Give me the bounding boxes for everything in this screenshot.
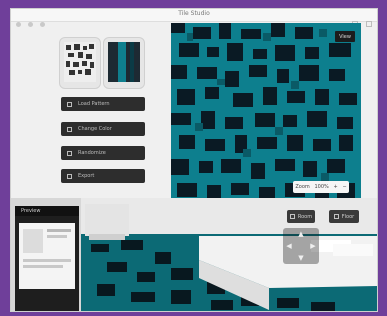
room-button[interactable]: Room xyxy=(287,210,315,223)
arrow-left-icon[interactable]: ◀ xyxy=(285,242,293,250)
stripes-thumbnail-icon xyxy=(108,42,140,82)
preview-page[interactable] xyxy=(19,223,75,289)
shuffle-icon xyxy=(67,150,72,156)
floor-icon xyxy=(333,214,339,219)
mosaic-thumbnail-icon xyxy=(64,42,96,82)
minimize-window-button[interactable] xyxy=(28,22,34,27)
room-icon xyxy=(289,214,295,219)
preview-page-graphic xyxy=(19,223,75,289)
zoom-in-icon[interactable]: + xyxy=(334,184,338,190)
preview-panel: Preview xyxy=(15,206,79,311)
window-title: Tile Studio xyxy=(178,10,210,17)
view-button[interactable]: View xyxy=(335,31,355,42)
load-pattern-button[interactable]: Load Pattern xyxy=(61,97,145,111)
folder-icon xyxy=(67,101,72,107)
zoom-value: 100% xyxy=(314,184,329,190)
export-icon xyxy=(67,173,72,179)
pattern-thumbnail-stripes[interactable] xyxy=(103,37,145,89)
room-preview[interactable]: Preview Room Floor ▲ ▼ ◀ ▶ xyxy=(11,198,377,311)
floor-button[interactable]: Floor xyxy=(329,210,359,223)
navigation-pad[interactable]: ▲ ▼ ◀ ▶ xyxy=(283,228,319,264)
zoom-control[interactable]: Zoom 100% + − xyxy=(293,181,349,193)
change-color-button[interactable]: Change Color xyxy=(61,122,145,136)
export-button[interactable]: Export xyxy=(61,169,145,183)
pattern-thumbnail-mosaic[interactable] xyxy=(59,37,101,89)
arrow-down-icon[interactable]: ▼ xyxy=(297,254,305,262)
app-window: Tile Studio Load Pattern Change Color Ra… xyxy=(10,8,378,312)
close-window-button[interactable] xyxy=(16,22,21,27)
preview-title: Preview xyxy=(15,206,79,216)
palette-icon xyxy=(67,126,72,132)
arrow-up-icon[interactable]: ▲ xyxy=(297,230,305,238)
arrow-right-icon[interactable]: ▶ xyxy=(309,242,317,250)
title-bar: Tile Studio xyxy=(11,9,377,27)
zoom-label: Zoom xyxy=(295,184,310,190)
zoom-out-icon[interactable]: − xyxy=(342,184,346,190)
maximize-window-button[interactable] xyxy=(40,22,46,27)
randomize-button[interactable]: Randomize xyxy=(61,146,145,160)
help-icon[interactable] xyxy=(366,21,372,27)
